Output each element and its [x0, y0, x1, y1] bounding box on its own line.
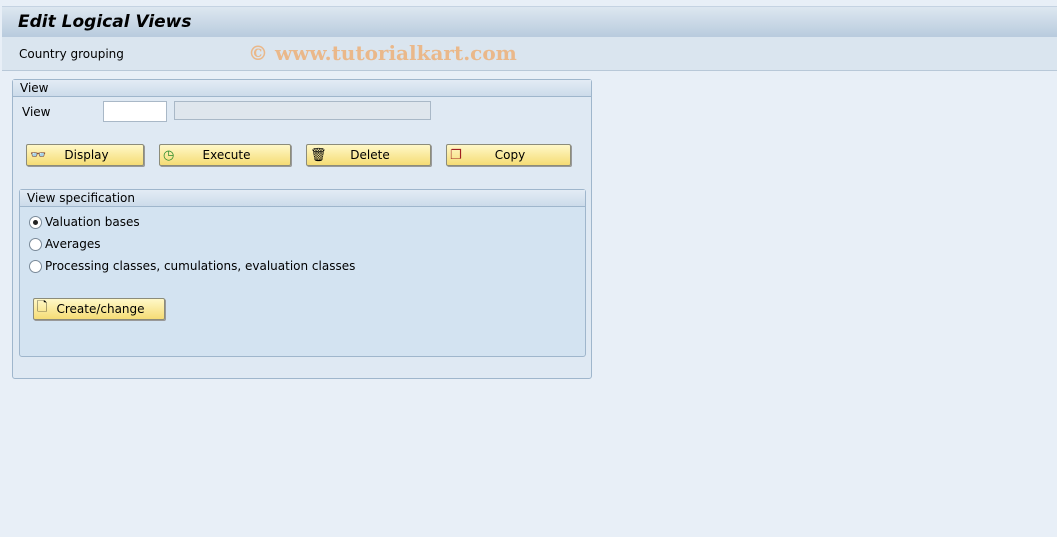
trash-icon: 🗑 — [310, 147, 327, 163]
view-specification-group: View specification Valuation bases Avera… — [19, 189, 586, 357]
display-button[interactable]: 👓 Display — [26, 144, 144, 166]
delete-button[interactable]: 🗑 Delete — [306, 144, 431, 166]
country-grouping-button[interactable]: Country grouping — [19, 47, 124, 61]
glasses-icon: 👓 — [30, 147, 47, 163]
create-change-label: Create/change — [56, 302, 145, 316]
create-change-button[interactable]: 🗋 Create/change — [33, 298, 165, 320]
view-group: View View 👓 Display ◷ Execute 🗑 Delete ❐ Cop… — [12, 79, 592, 379]
application-toolbar: Country grouping © www.tutorialkart.com — [2, 37, 1057, 71]
radio-label: Averages — [45, 237, 101, 251]
view-description-field — [174, 101, 431, 120]
radio-processing-classes[interactable]: Processing classes, cumulations, evaluat… — [29, 259, 355, 273]
copy-icon: ❐ — [450, 147, 462, 163]
watermark: © www.tutorialkart.com — [248, 41, 517, 65]
radio-averages[interactable]: Averages — [29, 237, 101, 251]
copy-button[interactable]: ❐ Copy — [446, 144, 571, 166]
title-bar: Edit Logical Views — [2, 6, 1057, 38]
execute-label: Execute — [202, 148, 251, 162]
radio-valuation-bases[interactable]: Valuation bases — [29, 215, 140, 229]
view-specification-header: View specification — [20, 190, 585, 207]
radio-icon[interactable] — [29, 237, 42, 251]
view-label: View — [22, 105, 51, 119]
execute-clock-icon: ◷ — [163, 147, 175, 163]
execute-button[interactable]: ◷ Execute — [159, 144, 291, 166]
display-label: Display — [64, 148, 109, 162]
view-group-header: View — [13, 80, 591, 97]
radio-label: Valuation bases — [45, 215, 140, 229]
radio-icon[interactable] — [29, 259, 42, 273]
page-title: Edit Logical Views — [18, 12, 192, 32]
radio-selected-icon[interactable] — [29, 215, 42, 229]
view-input[interactable] — [103, 101, 167, 122]
radio-label: Processing classes, cumulations, evaluat… — [45, 259, 356, 273]
document-icon: 🗋 — [37, 300, 48, 315]
copy-label: Copy — [494, 148, 526, 162]
delete-label: Delete — [350, 148, 390, 162]
